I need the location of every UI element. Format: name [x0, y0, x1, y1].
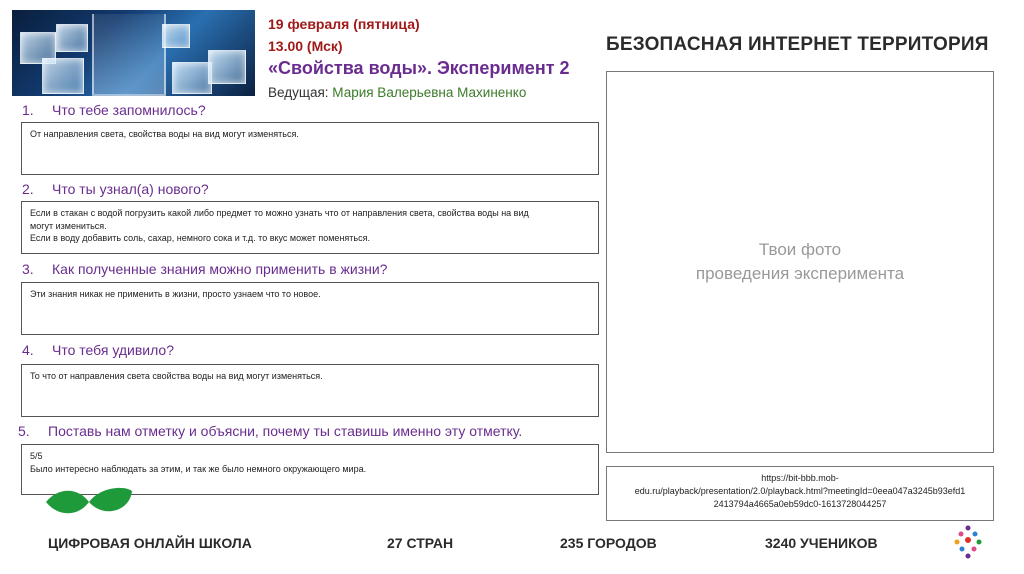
answer-text: Эти знания никак не применить в жизни, п…	[30, 289, 321, 299]
footer-countries: 27 СТРАН	[387, 535, 454, 551]
host-line: Ведущая: Мария Валерьевна Махиненко	[268, 85, 526, 100]
question-text: Поставь нам отметку и объясни, почему ты…	[48, 423, 523, 439]
answer-field-1[interactable]: От направления света, свойства воды на в…	[21, 122, 599, 175]
question-number: 2.	[22, 181, 34, 197]
answer-text: От направления света, свойства воды на в…	[30, 129, 299, 139]
host-label: Ведущая:	[268, 85, 329, 100]
answer-field-3[interactable]: Эти знания никак не применить в жизни, п…	[21, 282, 599, 335]
question-3: 3. Как полученные знания можно применить …	[22, 261, 387, 277]
footer-cities: 235 ГОРОДОВ	[560, 535, 657, 551]
question-5: 5. Поставь нам отметку и объясни, почему …	[18, 423, 522, 439]
school-logo-icon	[954, 525, 982, 559]
question-text: Что тебя удивило?	[52, 342, 175, 358]
question-number: 3.	[22, 261, 34, 277]
event-time: 13.00 (Мск)	[268, 38, 343, 54]
link-line-2: edu.ru/playback/presentation/2.0/playbac…	[634, 486, 966, 496]
question-text: Как полученные знания можно применить в …	[52, 261, 388, 277]
question-2: 2. Что ты узнал(а) нового?	[22, 181, 209, 197]
question-1: 1. Что тебе запомнилось?	[22, 102, 206, 118]
ice-water-image	[12, 10, 255, 96]
answer-text: Если в стакан с водой погрузить какой ли…	[30, 208, 529, 243]
host-name: Мария Валерьевна Махиненко	[332, 85, 527, 100]
question-text: Что ты узнал(а) нового?	[52, 181, 209, 197]
question-number: 1.	[22, 102, 34, 118]
link-line-1: https://bit-bbb.mob-	[761, 473, 839, 483]
footer-students: 3240 УЧЕНИКОВ	[765, 535, 878, 551]
answer-field-4[interactable]: То что от направления света свойства вод…	[21, 364, 599, 417]
event-date: 19 февраля (пятница)	[268, 16, 420, 32]
footer-school: ЦИФРОВАЯ ОНЛАЙН ШКОЛА	[48, 535, 252, 551]
recording-link[interactable]: https://bit-bbb.mob- edu.ru/playback/pre…	[606, 466, 994, 521]
answer-field-2[interactable]: Если в стакан с водой погрузить какой ли…	[21, 201, 599, 254]
answer-text: То что от направления света свойства вод…	[30, 371, 323, 381]
page-title: «Свойства воды». Эксперимент 2	[268, 58, 570, 78]
question-number: 4.	[22, 342, 34, 358]
question-number: 5.	[18, 423, 30, 439]
question-text: Что тебе запомнилось?	[52, 102, 206, 118]
photo-placeholder-line-1: Твои фото	[758, 240, 842, 259]
link-line-3: 2413794a4665a0eb59dc0-1613728044257	[713, 499, 887, 509]
photo-placeholder-line-2: проведения эксперимента	[695, 264, 905, 283]
brand-title: БЕЗОПАСНАЯ ИНТЕРНЕТ ТЕРРИТОРИЯ	[606, 34, 989, 55]
green-leaf-icon	[46, 487, 132, 514]
question-4: 4. Что тебя удивило?	[22, 342, 174, 358]
answer-text: 5/5 Было интересно наблюдать за этим, и …	[30, 451, 367, 474]
photo-placeholder[interactable]: Твои фото проведения эксперимента	[606, 71, 994, 453]
